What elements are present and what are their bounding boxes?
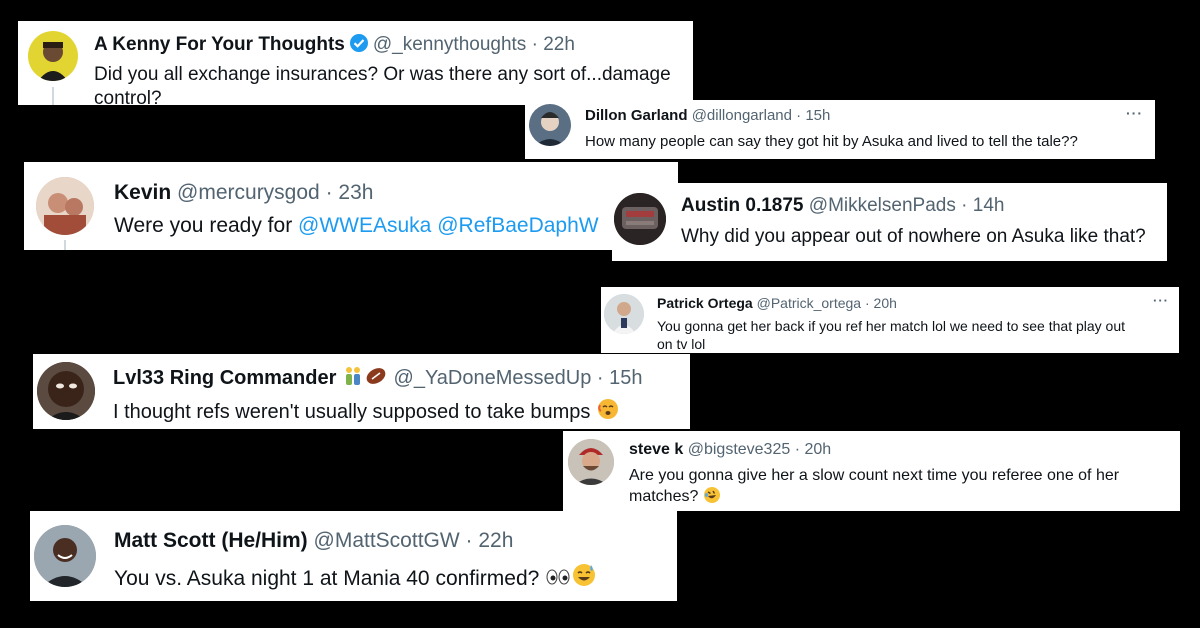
display-name[interactable]: Patrick Ortega: [657, 295, 753, 311]
sweat-smile-emoji-icon: [571, 562, 597, 595]
thread-line: [64, 240, 66, 250]
tweet-card-austin[interactable]: Austin 0.1875 @MikkelsenPads · 14h Why d…: [612, 183, 1167, 261]
tweet-card-kevin[interactable]: Kevin @mercurysgod · 23h Were you ready …: [24, 162, 678, 250]
display-name[interactable]: Dillon Garland: [585, 107, 688, 124]
tweet-header: Matt Scott (He/Him) @MattScottGW · 22h: [114, 528, 513, 553]
handle[interactable]: @MattScottGW: [314, 529, 460, 552]
tweet-header: Lvl33 Ring Commander @_YaDoneMessedUp · …: [113, 365, 642, 393]
tweet-text: Are you gonna give her a slow count next…: [629, 466, 1119, 510]
tweet-text: Did you all exchange insurances? Or was …: [94, 63, 671, 105]
display-name[interactable]: A Kenny For Your Thoughts: [94, 34, 345, 55]
tweet-text: Why did you appear out of nowhere on Asu…: [681, 226, 1146, 247]
tweet-text: You gonna get her back if you ref her ma…: [657, 318, 1125, 353]
tweet-text: You vs. Asuka night 1 at Mania 40 confir…: [114, 562, 597, 595]
avatar[interactable]: [36, 177, 94, 235]
mention-link[interactable]: @RefBaeDaphW: [437, 214, 598, 237]
tweet-header: A Kenny For Your Thoughts @_kennythoughts…: [94, 33, 575, 60]
avatar[interactable]: [37, 362, 95, 420]
wrestling-emoji-icon: [342, 365, 364, 393]
tweet-text-line-1: Did you all exchange insurances? Or was …: [94, 64, 671, 85]
tweet-card-kenny[interactable]: A Kenny For Your Thoughts @_kennythoughts…: [18, 21, 693, 105]
timestamp[interactable]: · 20h: [865, 295, 897, 311]
handle[interactable]: @mercurysgod: [177, 181, 320, 204]
timestamp[interactable]: · 15h: [597, 367, 643, 389]
tweet-card-lvl33[interactable]: Lvl33 Ring Commander @_YaDoneMessedUp · …: [33, 354, 690, 429]
rolling-laughing-emoji-icon: [703, 486, 721, 510]
display-name[interactable]: Lvl33 Ring Commander: [113, 367, 336, 389]
tweet-card-steve[interactable]: steve k @bigsteve325 · 20h Are you gonna…: [563, 431, 1180, 511]
avatar[interactable]: [34, 525, 96, 587]
verified-badge-icon: [349, 33, 369, 60]
tweet-text-line-1: You gonna get her back if you ref her ma…: [657, 318, 1126, 334]
tweet-text-prefix: Were you ready for: [114, 214, 299, 237]
tweet-text-content: You vs. Asuka night 1 at Mania 40 confir…: [114, 567, 540, 590]
display-name[interactable]: Matt Scott (He/Him): [114, 529, 308, 552]
tweet-text-line-2: on tv lol: [657, 335, 706, 352]
mention-link[interactable]: @WWEAsuka: [298, 214, 431, 237]
tweet-card-dillon[interactable]: Dillon Garland @dillongarland · 15h ··· …: [525, 100, 1155, 159]
avatar[interactable]: [614, 193, 666, 245]
timestamp[interactable]: · 22h: [532, 34, 575, 55]
display-name[interactable]: Austin 0.1875: [681, 195, 804, 216]
timestamp[interactable]: · 15h: [796, 107, 830, 124]
tweet-card-matt[interactable]: Matt Scott (He/Him) @MattScottGW · 22h Y…: [30, 511, 677, 601]
tweet-text-content: I thought refs weren't usually supposed …: [113, 401, 591, 423]
tweet-text-line-2: matches?: [629, 488, 699, 505]
handle[interactable]: @MikkelsenPads: [809, 195, 956, 216]
avatar[interactable]: [529, 104, 571, 146]
tweet-header: Kevin @mercurysgod · 23h: [114, 180, 373, 205]
football-emoji-icon: [364, 365, 388, 393]
tweet-header: Patrick Ortega @Patrick_ortega · 20h: [657, 295, 897, 312]
face-exhaling-emoji-icon: [596, 397, 620, 428]
timestamp[interactable]: · 23h: [326, 181, 374, 204]
tweet-card-patrick[interactable]: Patrick Ortega @Patrick_ortega · 20h ···…: [601, 287, 1179, 353]
tweet-header: Dillon Garland @dillongarland · 15h: [585, 107, 830, 125]
tweet-text-line-1: Are you gonna give her a slow count next…: [629, 467, 1120, 484]
handle[interactable]: @Patrick_ortega: [757, 295, 861, 311]
avatar[interactable]: [568, 439, 614, 485]
timestamp[interactable]: · 20h: [795, 441, 831, 458]
more-options-icon[interactable]: ···: [1153, 293, 1169, 308]
display-name[interactable]: Kevin: [114, 181, 171, 204]
handle[interactable]: @_kennythoughts: [373, 34, 526, 55]
eyes-emoji-icon: [545, 566, 571, 595]
handle[interactable]: @_YaDoneMessedUp: [394, 367, 592, 389]
handle[interactable]: @dillongarland: [692, 107, 792, 124]
more-options-icon[interactable]: ···: [1126, 105, 1143, 121]
thread-line: [52, 87, 54, 105]
tweet-text: Were you ready for @WWEAsuka @RefBaeDaph…: [114, 213, 599, 239]
tweet-text: I thought refs weren't usually supposed …: [113, 397, 620, 428]
display-name[interactable]: steve k: [629, 441, 683, 458]
tweet-header: steve k @bigsteve325 · 20h: [629, 440, 831, 459]
handle[interactable]: @bigsteve325: [688, 441, 791, 458]
tweet-header: Austin 0.1875 @MikkelsenPads · 14h: [681, 195, 1004, 218]
avatar[interactable]: [604, 294, 644, 334]
tweet-text: How many people can say they got hit by …: [585, 133, 1078, 150]
avatar[interactable]: [28, 31, 78, 81]
timestamp[interactable]: · 14h: [961, 195, 1004, 216]
timestamp[interactable]: · 22h: [466, 529, 514, 552]
